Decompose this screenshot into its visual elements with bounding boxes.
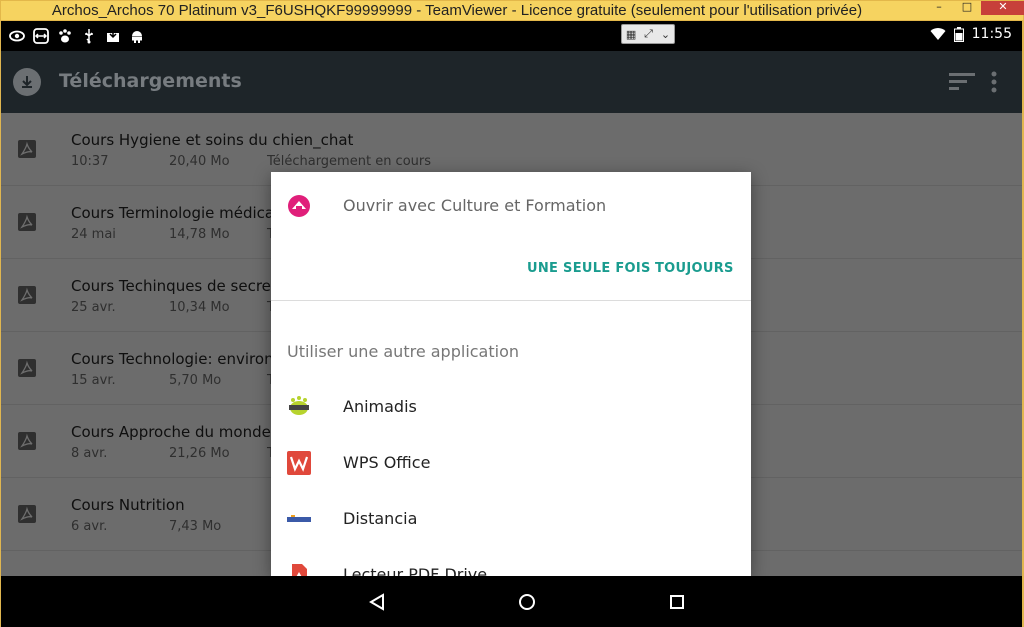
dialog-title: Ouvrir avec Culture et Formation: [343, 196, 607, 215]
downloads-icon: [13, 68, 41, 96]
animadis-icon: [289, 396, 309, 415]
always-button[interactable]: TOUJOURS: [655, 261, 734, 276]
recents-icon[interactable]: [665, 590, 689, 614]
more-options-icon[interactable]: [991, 71, 997, 93]
window-title: Archos_Archos 70 Platinum v3_F6USHQKF999…: [51, 2, 863, 19]
sort-icon[interactable]: [949, 73, 975, 91]
teamviewer-toolbar[interactable]: ▦ ⤢ ⌄: [621, 24, 675, 44]
app-bar: Téléchargements: [1, 51, 1022, 113]
app-item-animadis[interactable]: Animadis: [271, 378, 751, 434]
just-once-button[interactable]: UNE SEULE FOIS: [527, 261, 651, 276]
window-minimize-button[interactable]: –: [925, 1, 953, 15]
teamviewer-icon: [33, 28, 49, 44]
eye-icon: [9, 30, 25, 42]
home-icon[interactable]: [515, 590, 539, 614]
clock: 11:55: [971, 26, 1012, 42]
grid-icon[interactable]: ▦: [626, 28, 636, 41]
page-title: Téléchargements: [59, 70, 242, 92]
app-label: Animadis: [343, 397, 417, 416]
status-bar-system: 11:55: [930, 26, 1012, 42]
window-titlebar: Archos_Archos 70 Platinum v3_F6USHQKF999…: [0, 0, 1024, 21]
open-with-dialog: Ouvrir avec Culture et Formation UNE SEU…: [271, 172, 751, 576]
wifi-icon: [930, 28, 946, 40]
pdf-drive-icon: [292, 564, 307, 576]
app-item-wps-office[interactable]: WPS Office: [271, 434, 751, 490]
distancia-icon: [287, 515, 311, 522]
app-item-distancia[interactable]: Distancia: [271, 490, 751, 546]
battery-icon: [953, 26, 964, 42]
download-box-icon: [107, 29, 119, 42]
other-app-heading: Utiliser une autre application: [287, 342, 520, 361]
chevron-down-icon[interactable]: ⌄: [661, 28, 670, 41]
fullscreen-icon[interactable]: ⤢: [644, 27, 653, 41]
back-icon[interactable]: [365, 590, 389, 614]
window-close-button[interactable]: ✕: [981, 1, 1024, 15]
app-label: Distancia: [343, 509, 418, 528]
status-bar: ▦ ⤢ ⌄ 11:55: [1, 21, 1022, 51]
android-icon: [132, 31, 142, 43]
paw-icon: [59, 29, 71, 43]
android-screen: ▦ ⤢ ⌄ 11:55 Téléchargements Cours Hygien…: [0, 21, 1024, 627]
status-bar-notifications: [9, 28, 145, 44]
window-maximize-button[interactable]: □: [953, 1, 981, 15]
app-label: Lecteur PDF Drive: [343, 565, 488, 576]
app-item-pdf-drive[interactable]: Lecteur PDF Drive: [271, 546, 751, 576]
wps-office-icon: [287, 451, 311, 475]
dialog-divider: [271, 300, 751, 301]
culture-formation-icon: [288, 195, 310, 217]
navigation-bar: [1, 576, 1022, 627]
app-label: WPS Office: [343, 453, 431, 472]
usb-icon: [85, 29, 93, 44]
